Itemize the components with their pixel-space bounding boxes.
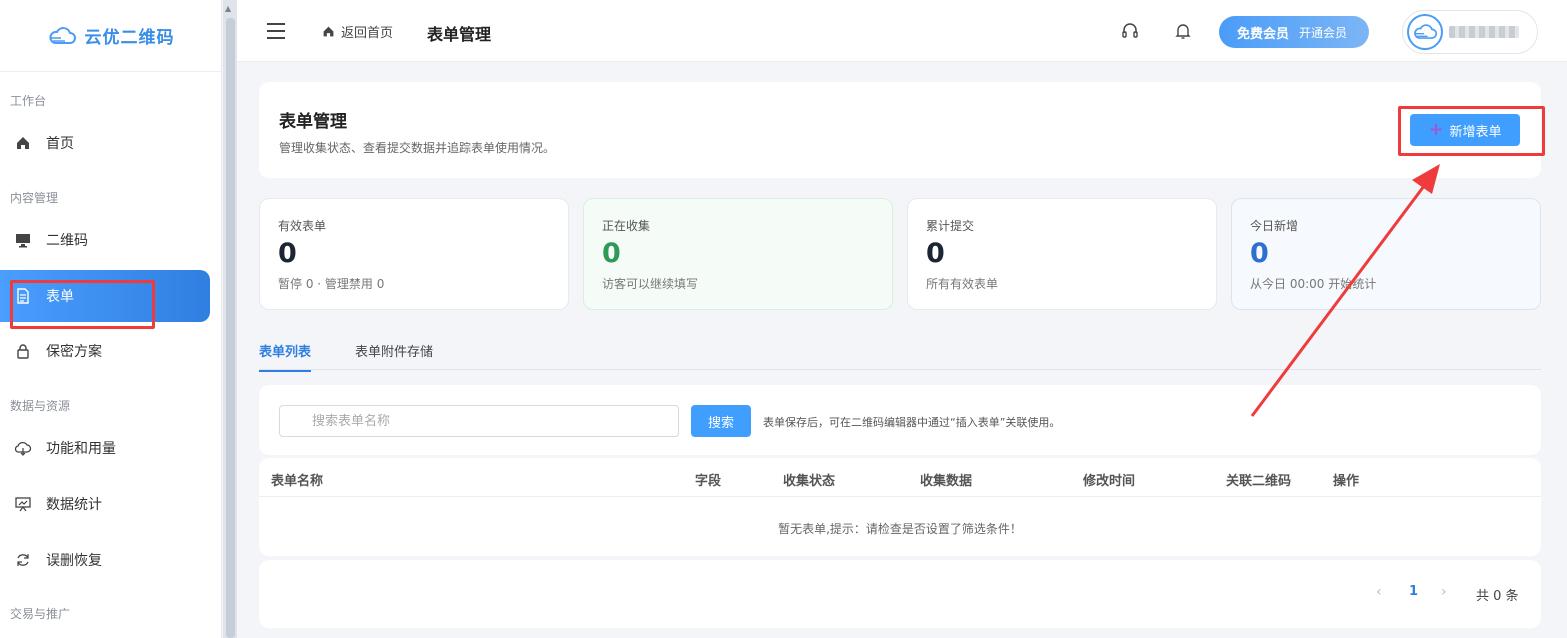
nav-group-content: 内容管理 <box>10 191 59 205</box>
column-header-modified[interactable]: 修改时间 <box>1083 470 1135 489</box>
sidebar-scrollbar-thumb[interactable] <box>226 18 235 638</box>
cloud-logo-icon <box>48 26 76 44</box>
stat-note: 从今日 00:00 开始统计 <box>1250 277 1377 292</box>
user-name-redacted <box>1449 26 1519 38</box>
search-button[interactable]: 搜索 <box>691 405 751 437</box>
monitor-icon <box>14 231 32 249</box>
sidebar-item-usage[interactable]: 功能和用量 <box>0 422 210 474</box>
sidebar-item-label: 表单 <box>46 289 74 305</box>
sidebar-item-label: 数据统计 <box>46 497 102 513</box>
brand-logo[interactable]: 云优二维码 <box>0 0 221 72</box>
stat-card-total-submissions: 累计提交 0 所有有效表单 <box>907 198 1217 310</box>
home-icon <box>14 134 32 152</box>
stat-card-today-new: 今日新增 0 从今日 00:00 开始统计 <box>1231 198 1541 310</box>
add-form-button[interactable]: + 新增表单 <box>1410 114 1520 146</box>
document-icon <box>14 287 32 305</box>
next-page-icon[interactable]: › <box>1441 584 1447 600</box>
menu-toggle-button[interactable] <box>267 20 285 40</box>
stat-note: 暂停 0 · 管理禁用 0 <box>278 277 385 292</box>
chart-board-icon <box>14 495 32 513</box>
nav-group-data: 数据与资源 <box>10 399 71 413</box>
sidebar-item-label: 误删恢复 <box>46 553 102 569</box>
column-header-actions: 操作 <box>1333 474 1360 489</box>
stat-label: 正在收集 <box>602 219 651 233</box>
column-header-data[interactable]: 收集数据 <box>920 470 972 489</box>
sidebar-item-recovery[interactable]: 误删恢复 <box>0 534 210 586</box>
stat-note: 所有有效表单 <box>926 277 999 292</box>
sidebar-item-forms[interactable]: 表单 <box>0 270 210 322</box>
membership-button[interactable]: 免费会员 开通会员 <box>1219 16 1369 48</box>
sidebar-item-statistics[interactable]: 数据统计 <box>0 478 210 530</box>
hamburger-icon-line <box>267 37 285 39</box>
prev-page-icon[interactable]: ‹ <box>1376 584 1382 600</box>
table-divider <box>259 496 1541 497</box>
membership-plan: 免费会员 <box>1237 26 1290 42</box>
sidebar-item-label: 二维码 <box>46 233 88 249</box>
nav-group-workspace: 工作台 <box>10 94 47 108</box>
stat-label: 今日新增 <box>1250 219 1299 233</box>
cloud-logo-icon <box>1414 24 1438 39</box>
stat-label: 累计提交 <box>926 219 975 233</box>
stat-value: 0 <box>926 238 945 269</box>
avatar <box>1407 14 1443 50</box>
stat-value: 0 <box>278 238 297 269</box>
sidebar: 云优二维码 工作台 首页 内容管理 二维码 表单 保密方案 数据与资源 功能和用… <box>0 0 222 638</box>
sidebar-item-qrcode[interactable]: 二维码 <box>0 214 210 266</box>
column-header-qrcode[interactable]: 关联二维码 <box>1226 470 1291 489</box>
tab-form-list[interactable]: 表单列表 <box>259 341 312 372</box>
header-title: 表单管理 <box>279 112 347 132</box>
user-menu[interactable] <box>1402 10 1538 54</box>
bell-icon[interactable] <box>1173 21 1193 41</box>
page-header-card: 表单管理 管理收集状态、查看提交数据并追踪表单使用情况。 + 新增表单 <box>259 82 1541 178</box>
stat-note: 访客可以继续填写 <box>602 277 699 292</box>
pagination: ‹ 1 › 共 0 条 <box>259 560 1541 628</box>
topbar: 返回首页 表单管理 免费会员 开通会员 <box>237 0 1567 62</box>
brand-name: 云优二维码 <box>84 28 175 48</box>
forms-table: 表单名称 字段 收集状态 收集数据 修改时间 关联二维码 操作 暂无表单,提示：… <box>259 458 1541 556</box>
column-header-name[interactable]: 表单名称 <box>271 470 323 489</box>
sidebar-item-label: 保密方案 <box>46 344 102 360</box>
hamburger-icon-line <box>267 30 285 32</box>
membership-upgrade: 开通会员 <box>1299 25 1348 40</box>
stat-value: 0 <box>1250 238 1269 269</box>
hamburger-icon <box>267 23 285 25</box>
scroll-up-icon[interactable]: ▲ <box>225 4 231 13</box>
page-number-current[interactable]: 1 <box>1409 584 1418 599</box>
home-icon <box>323 26 334 37</box>
tab-attachment-storage[interactable]: 表单附件存储 <box>355 341 433 370</box>
tab-bar: 表单列表 表单附件存储 <box>259 332 1541 372</box>
column-header-status[interactable]: 收集状态 <box>783 470 835 489</box>
refresh-icon <box>14 551 32 569</box>
stat-card-active-forms: 有效表单 0 暂停 0 · 管理禁用 0 <box>259 198 569 310</box>
page-title: 表单管理 <box>427 25 492 44</box>
cloud-icon <box>14 439 32 457</box>
back-home-label: 返回首页 <box>341 26 394 41</box>
column-header-fields[interactable]: 字段 <box>695 470 721 489</box>
search-input[interactable] <box>279 405 679 437</box>
search-card: 搜索 表单保存后，可在二维码编辑器中通过“插入表单”关联使用。 <box>259 385 1541 455</box>
empty-state-message: 暂无表单,提示：请检查是否设置了筛选条件！ <box>778 522 1022 536</box>
plus-icon: + <box>1428 119 1444 140</box>
stat-value: 0 <box>602 238 621 269</box>
stat-card-collecting: 正在收集 0 访客可以继续填写 <box>583 198 893 310</box>
sidebar-item-label: 首页 <box>46 136 74 152</box>
sidebar-item-label: 功能和用量 <box>46 441 116 457</box>
add-form-label: 新增表单 <box>1449 124 1502 140</box>
sidebar-item-privacy[interactable]: 保密方案 <box>0 325 210 377</box>
nav-group-trade: 交易与推广 <box>10 607 71 621</box>
total-count: 共 0 条 <box>1476 589 1519 604</box>
lock-icon <box>14 342 32 360</box>
sidebar-item-home[interactable]: 首页 <box>0 117 210 169</box>
search-hint: 表单保存后，可在二维码编辑器中通过“插入表单”关联使用。 <box>763 416 1061 429</box>
stat-label: 有效表单 <box>278 219 327 233</box>
headset-icon[interactable] <box>1120 21 1140 41</box>
header-subtitle: 管理收集状态、查看提交数据并追踪表单使用情况。 <box>279 141 556 155</box>
back-home-link[interactable]: 返回首页 <box>322 22 393 41</box>
